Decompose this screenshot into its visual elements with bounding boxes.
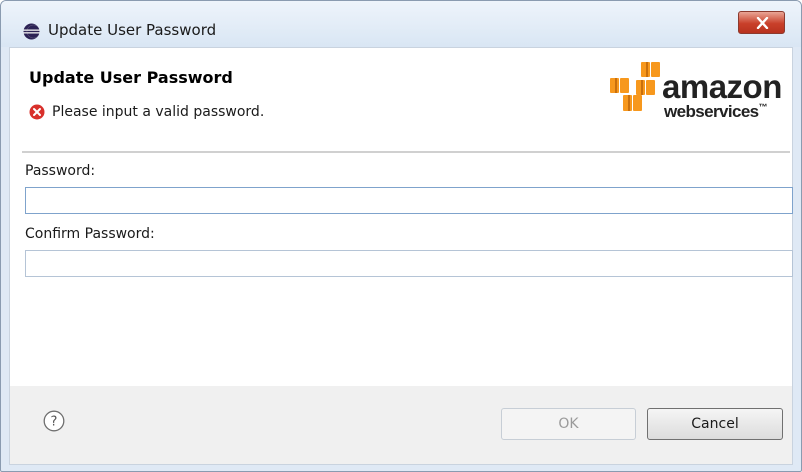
- logo-webservices-text: webservices™: [664, 102, 768, 121]
- confirm-password-label: Confirm Password:: [25, 226, 155, 242]
- error-message: Please input a valid password.: [52, 104, 265, 120]
- header-separator: [22, 151, 790, 154]
- dialog-header: Update User Password Please input a vali…: [10, 48, 792, 152]
- dialog-content: Update User Password Please input a vali…: [9, 47, 793, 465]
- logo-webservices-word: webservices: [664, 102, 759, 121]
- help-symbol: ?: [51, 415, 58, 430]
- aws-logo-cubes-icon: [610, 62, 660, 111]
- help-button[interactable]: ?: [43, 410, 65, 432]
- title-bar[interactable]: Update User Password: [1, 1, 801, 47]
- help-icon: ?: [43, 410, 65, 432]
- page-title: Update User Password: [29, 68, 233, 87]
- close-button[interactable]: [738, 11, 785, 34]
- dialog-window: Update User Password Update User Passwor…: [0, 0, 802, 472]
- cancel-button[interactable]: Cancel: [647, 408, 783, 440]
- password-field[interactable]: [25, 187, 793, 214]
- close-icon: [756, 17, 769, 29]
- ok-button[interactable]: OK: [501, 408, 636, 440]
- aws-logo: amazon webservices™: [606, 56, 786, 126]
- window-title: Update User Password: [48, 21, 217, 39]
- button-bar: ? OK Cancel: [10, 386, 792, 464]
- eclipse-app-icon: [23, 23, 40, 40]
- logo-trademark: ™: [758, 102, 768, 112]
- password-label: Password:: [25, 163, 96, 179]
- error-icon: [29, 104, 45, 120]
- confirm-password-field[interactable]: [25, 250, 793, 277]
- logo-amazon-text: amazon: [662, 68, 782, 105]
